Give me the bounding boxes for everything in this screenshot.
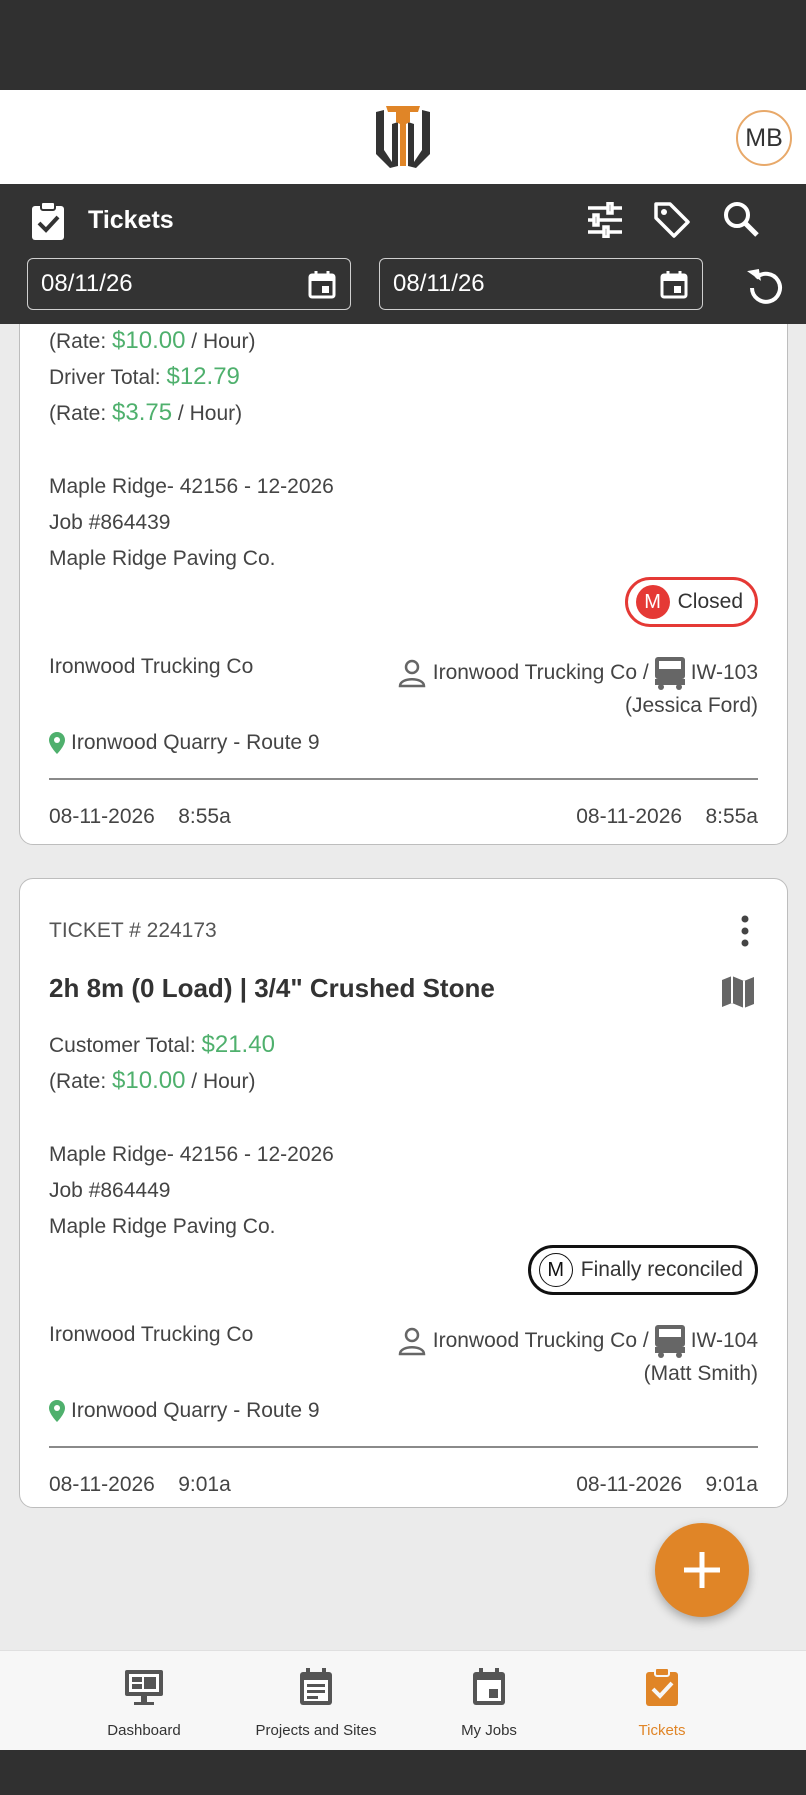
status-badge: M Closed xyxy=(624,577,758,627)
assignment: Ironwood Trucking Co / IW-104 xyxy=(397,1323,758,1359)
person-icon xyxy=(398,659,426,688)
plus-icon xyxy=(684,1552,720,1588)
status-letter: M xyxy=(635,585,670,619)
company-logo xyxy=(376,106,430,168)
start-date-value: 08/11/26 xyxy=(41,270,133,297)
customer-name: Maple Ridge Paving Co. xyxy=(49,1215,276,1238)
rate-line: (Rate: $10.00 / Hour) xyxy=(49,1067,256,1094)
location-pin-icon xyxy=(49,1400,65,1422)
filter-sliders-icon[interactable] xyxy=(586,202,624,238)
location: Ironwood Quarry - Route 9 xyxy=(49,1399,320,1423)
brand-header: MB xyxy=(0,90,806,184)
project-name: Maple Ridge- 42156 - 12-2026 xyxy=(49,1143,334,1166)
refresh-icon[interactable] xyxy=(746,266,786,306)
end-datetime: 08-11-2026 9:01a xyxy=(576,1473,758,1496)
nav-label: Projects and Sites xyxy=(255,1722,377,1739)
rate-line: (Rate: $3.75 / Hour) xyxy=(49,399,243,426)
customer-name: Maple Ridge Paving Co. xyxy=(49,547,276,570)
customer-total-line: Customer Total: $21.40 xyxy=(49,1031,275,1058)
status-label: Finally reconciled xyxy=(580,1258,743,1281)
nav-projects-and-sites[interactable]: Projects and Sites xyxy=(216,1651,416,1751)
dashboard-icon xyxy=(125,1670,163,1705)
nav-label: Tickets xyxy=(638,1722,686,1739)
ticket-card[interactable]: TICKET # 224173 2h 8m (0 Load) | 3/4" Cr… xyxy=(19,878,788,1508)
driver-name: (Jessica Ford) xyxy=(624,694,758,717)
location: Ironwood Quarry - Route 9 xyxy=(49,731,320,755)
driver-total-line: Driver Total: $12.79 xyxy=(49,363,240,390)
add-ticket-button[interactable] xyxy=(655,1523,749,1617)
nav-dashboard[interactable]: Dashboard xyxy=(44,1651,244,1751)
status-badge: M Finally reconciled xyxy=(527,1245,758,1295)
clipboard-check-icon xyxy=(32,201,64,240)
search-icon[interactable] xyxy=(722,200,760,238)
status-bar xyxy=(0,0,806,90)
end-date-value: 08/11/26 xyxy=(393,270,485,297)
nav-label: My Jobs xyxy=(461,1722,517,1739)
calendar-list-icon xyxy=(300,1668,332,1705)
job-number: Job #864439 xyxy=(49,511,171,534)
nav-my-jobs[interactable]: My Jobs xyxy=(389,1651,589,1751)
rate-line: (Rate: $10.00 / Hour) xyxy=(49,327,256,354)
job-number: Job #864449 xyxy=(49,1179,171,1202)
calendar-icon xyxy=(473,1668,505,1705)
end-datetime: 08-11-2026 8:55a xyxy=(576,805,758,828)
assignment: Ironwood Trucking Co / IW-103 xyxy=(397,655,758,691)
tag-icon[interactable] xyxy=(652,200,692,240)
carrier-name: Ironwood Trucking Co xyxy=(49,1323,254,1346)
ticket-list[interactable]: (Rate: $10.00 / Hour) Driver Total: $12.… xyxy=(0,324,806,1650)
project-name: Maple Ridge- 42156 - 12-2026 xyxy=(49,475,334,498)
start-datetime: 08-11-2026 8:55a xyxy=(49,805,231,828)
driver-name: (Matt Smith) xyxy=(643,1362,758,1385)
status-label: Closed xyxy=(677,590,743,613)
carrier-name: Ironwood Trucking Co xyxy=(49,655,254,678)
divider xyxy=(49,778,758,780)
map-icon[interactable] xyxy=(721,975,755,1009)
start-date-input[interactable]: 08/11/26 xyxy=(27,258,351,310)
system-navigation-bar xyxy=(0,1750,806,1795)
person-icon xyxy=(398,1327,426,1356)
ticket-card[interactable]: (Rate: $10.00 / Hour) Driver Total: $12.… xyxy=(19,324,788,845)
truck-icon xyxy=(654,657,685,690)
calendar-icon[interactable] xyxy=(308,271,336,299)
start-datetime: 08-11-2026 9:01a xyxy=(49,1473,231,1496)
nav-tickets[interactable]: Tickets xyxy=(562,1651,762,1751)
more-vertical-icon[interactable] xyxy=(741,915,749,947)
location-pin-icon xyxy=(49,732,65,754)
tickets-toolbar: Tickets 08/11/26 08/11/26 xyxy=(0,184,806,324)
calendar-icon[interactable] xyxy=(660,271,688,299)
status-letter: M xyxy=(538,1253,573,1287)
ticket-title: 2h 8m (0 Load) | 3/4" Crushed Stone xyxy=(49,973,495,1003)
clipboard-check-icon xyxy=(646,1667,678,1706)
divider xyxy=(49,1446,758,1448)
nav-label: Dashboard xyxy=(107,1722,181,1739)
truck-icon xyxy=(654,1325,685,1358)
page-title: Tickets xyxy=(88,206,174,234)
bottom-navigation: Dashboard Projects and Sites My Jobs Tic… xyxy=(0,1650,806,1750)
end-date-input[interactable]: 08/11/26 xyxy=(379,258,703,310)
user-avatar[interactable]: MB xyxy=(736,110,792,166)
ticket-number: TICKET # 224173 xyxy=(49,919,217,942)
